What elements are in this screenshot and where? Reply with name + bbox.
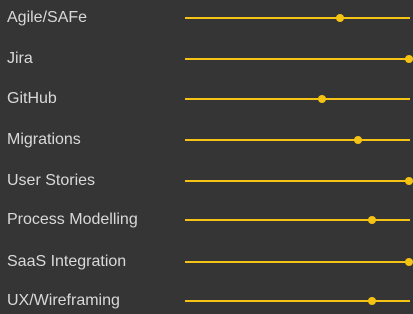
skills-panel: Agile/SAFe Jira GitHub Migrations User S… (0, 0, 413, 314)
skill-level-bar (185, 258, 413, 266)
skill-row-migrations: Migrations (0, 127, 413, 153)
skill-row-saas-integration: SaaS Integration (0, 249, 413, 275)
skill-row-ux-wireframing: UX/Wireframing (0, 288, 413, 314)
skill-row-github: GitHub (0, 86, 413, 112)
skill-label: Agile/SAFe (7, 9, 88, 26)
skill-level-marker (367, 297, 376, 305)
skill-level-marker (405, 258, 413, 266)
skill-level-bar (185, 14, 410, 22)
skill-label: SaaS Integration (7, 253, 127, 270)
skill-label: User Stories (7, 172, 96, 189)
skill-level-marker (367, 216, 376, 224)
skill-level-bar (185, 297, 410, 305)
skill-level-marker (354, 136, 363, 144)
skill-level-bar (185, 177, 413, 185)
skill-level-marker (405, 177, 413, 185)
skill-level-bar (185, 95, 410, 103)
skill-level-bar (185, 55, 413, 63)
skill-row-user-stories: User Stories (0, 168, 413, 194)
skill-level-marker (336, 14, 345, 22)
skill-row-agile-safe: Agile/SAFe (0, 5, 413, 31)
skill-label: Jira (7, 50, 33, 67)
skill-level-bar (185, 136, 410, 144)
skill-row-jira: Jira (0, 46, 413, 72)
skill-row-process-modelling: Process Modelling (0, 207, 413, 233)
skill-label: GitHub (7, 90, 57, 107)
skill-level-marker (318, 95, 327, 103)
skill-label: Process Modelling (7, 211, 138, 228)
skill-level-marker (405, 55, 413, 63)
skill-label: Migrations (7, 131, 81, 148)
skill-level-bar (185, 216, 410, 224)
skill-label: UX/Wireframing (7, 292, 120, 309)
